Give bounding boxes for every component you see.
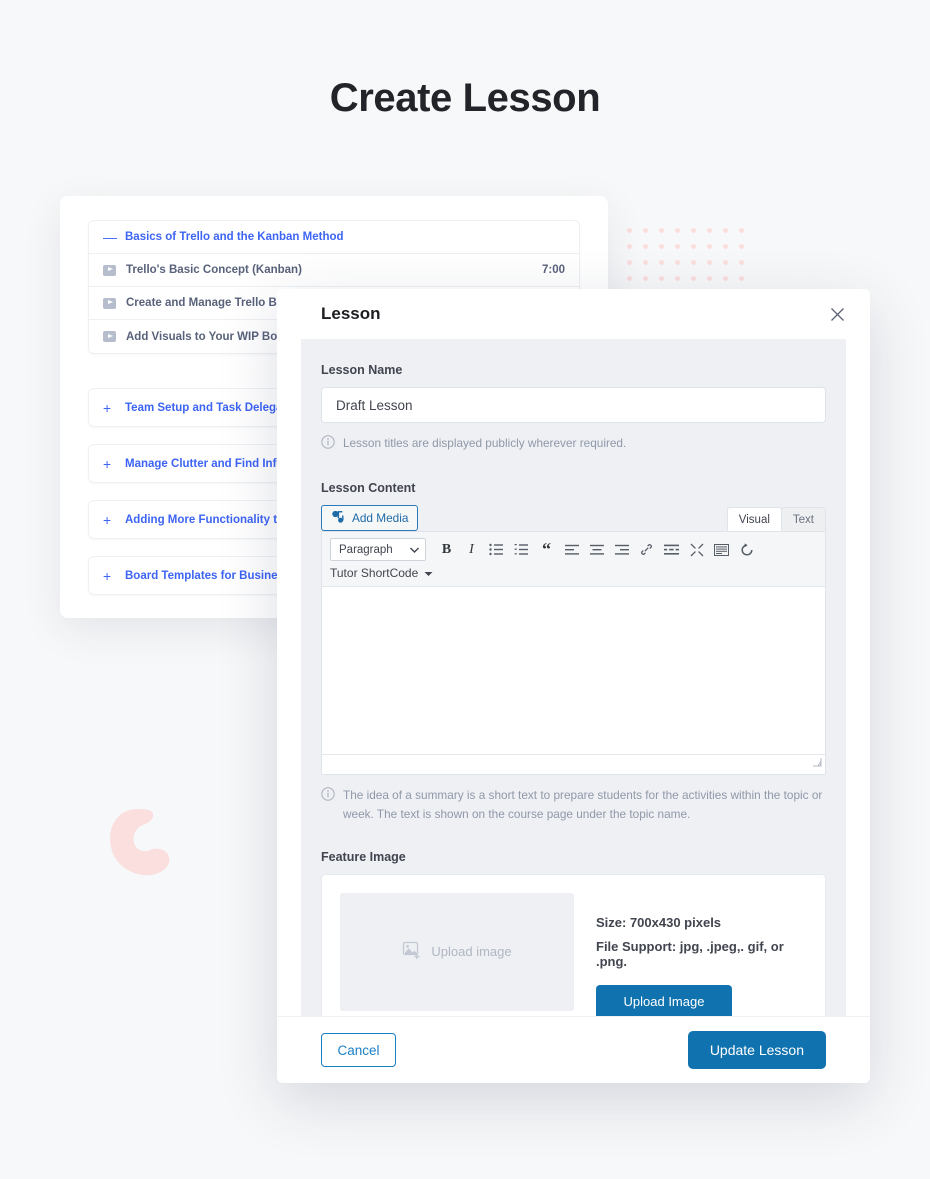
- resize-handle-icon[interactable]: [812, 754, 822, 772]
- video-icon: [103, 297, 116, 309]
- tab-visual[interactable]: Visual: [726, 507, 782, 532]
- align-left-icon[interactable]: [559, 538, 584, 561]
- video-icon: [103, 331, 116, 342]
- editor-content-area[interactable]: [322, 587, 825, 756]
- upload-image-placeholder: Upload image: [431, 944, 512, 960]
- lesson-content-help-text: The idea of a summary is a short text to…: [343, 788, 823, 821]
- upload-image-button[interactable]: Upload Image: [596, 984, 732, 1016]
- lesson-title: Trello's Basic Concept (Kanban): [126, 264, 302, 276]
- align-center-icon[interactable]: [584, 538, 609, 561]
- topic-header-row[interactable]: — Basics of Trello and the Kanban Method: [89, 221, 579, 254]
- feature-image-meta: Size: 700x430 pixels File Support: jpg, …: [596, 893, 807, 1016]
- italic-icon[interactable]: I: [459, 538, 484, 561]
- wordpress-media-icon: [331, 510, 345, 527]
- editor-footer: [322, 754, 825, 775]
- modal-body: Lesson Name Lesson titles are displayed …: [301, 339, 846, 1016]
- editor-top-bar: Add Media Visual Text: [321, 505, 826, 532]
- info-icon: [321, 435, 335, 454]
- feature-image-label: Feature Image: [321, 849, 406, 864]
- chevron-down-icon: [410, 544, 419, 556]
- dot-pattern-decoration: [621, 222, 744, 281]
- crescent-blob-decoration: [105, 805, 179, 879]
- lesson-name-label: Lesson Name: [321, 363, 403, 377]
- tab-text[interactable]: Text: [780, 507, 826, 532]
- expand-toggle-icon[interactable]: +: [103, 513, 117, 527]
- video-icon: [103, 264, 116, 276]
- upload-image-dropzone[interactable]: Upload image: [340, 892, 574, 1011]
- lesson-row[interactable]: Trello's Basic Concept (Kanban) 7:00: [89, 254, 579, 287]
- bulleted-list-icon[interactable]: [484, 538, 509, 561]
- lesson-name-input[interactable]: [321, 387, 826, 423]
- blockquote-icon[interactable]: “: [534, 538, 559, 561]
- tutor-shortcode-label: Tutor ShortCode: [330, 566, 419, 581]
- kitchen-sink-icon[interactable]: [709, 538, 734, 561]
- expand-toggle-icon[interactable]: +: [103, 569, 117, 583]
- feature-image-support: File Support: jpg, .jpeg,. gif, or .png.: [596, 938, 784, 969]
- lesson-duration: 7:00: [541, 264, 565, 276]
- editor-toolbar: Paragraph B I “ Tutor ShortCode: [322, 532, 825, 588]
- collapse-toggle-icon[interactable]: —: [103, 230, 117, 244]
- lesson-name-help: Lesson titles are displayed publicly whe…: [321, 434, 826, 454]
- close-icon[interactable]: [826, 303, 848, 325]
- lesson-content-label: Lesson Content: [321, 481, 416, 496]
- link-icon[interactable]: [634, 538, 659, 561]
- topic-title: Basics of Trello and the Kanban Method: [125, 231, 344, 243]
- add-media-label: Add Media: [352, 511, 409, 526]
- info-icon: [321, 787, 335, 806]
- page-root: Create Lesson — Basics of Trello and the…: [0, 0, 930, 1179]
- align-right-icon[interactable]: [609, 538, 634, 561]
- numbered-list-icon[interactable]: [509, 538, 534, 561]
- lesson-name-help-text: Lesson titles are displayed publicly whe…: [343, 436, 627, 450]
- modal-title: Lesson: [321, 304, 381, 323]
- caret-down-icon: [424, 566, 433, 580]
- lesson-content-help: The idea of a summary is a short text to…: [321, 786, 826, 823]
- paragraph-format-value: Paragraph: [339, 543, 393, 556]
- feature-image-size: Size: 700x430 pixels: [596, 914, 722, 930]
- page-title: Create Lesson: [329, 76, 601, 120]
- read-more-icon[interactable]: [659, 538, 684, 561]
- fullscreen-icon[interactable]: [684, 538, 709, 561]
- cancel-button[interactable]: Cancel: [321, 1033, 396, 1067]
- editor-mode-tabs: Visual Text: [726, 507, 826, 532]
- modal-header: Lesson: [277, 289, 870, 339]
- lesson-modal: Lesson Lesson Name Lesson title: [277, 289, 870, 1083]
- modal-footer: Cancel Update Lesson: [277, 1016, 870, 1083]
- tutor-shortcode-dropdown[interactable]: Tutor ShortCode: [330, 566, 433, 580]
- paragraph-format-select[interactable]: Paragraph: [330, 538, 426, 562]
- expand-toggle-icon[interactable]: +: [103, 457, 117, 471]
- wysiwyg-editor: Paragraph B I “ Tutor ShortCode: [321, 531, 826, 776]
- undo-icon[interactable]: [734, 538, 759, 561]
- add-media-button[interactable]: Add Media: [321, 505, 419, 532]
- expand-toggle-icon[interactable]: +: [103, 401, 117, 415]
- image-add-icon: [402, 940, 422, 963]
- bold-icon[interactable]: B: [434, 538, 459, 561]
- feature-image-card: Upload image Size: 700x430 pixels File S…: [321, 873, 826, 1016]
- update-lesson-button[interactable]: Update Lesson: [687, 1031, 826, 1069]
